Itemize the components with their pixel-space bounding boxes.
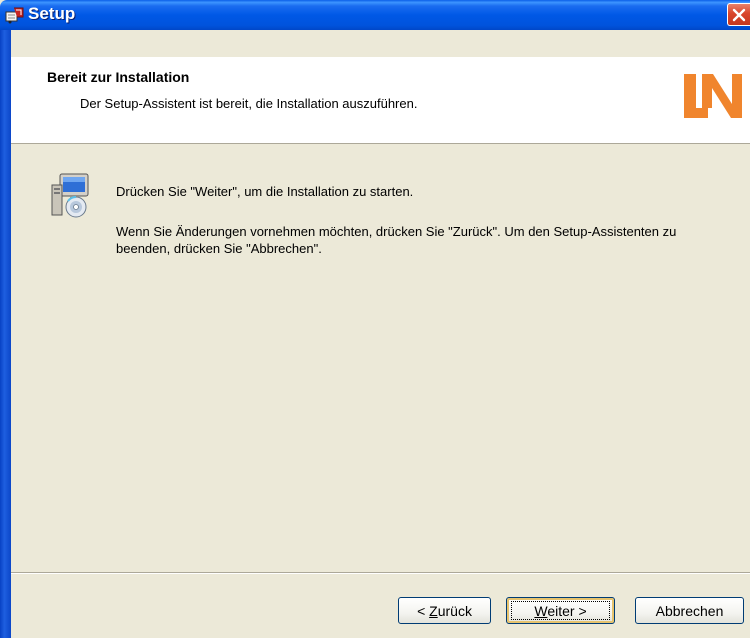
setup-installer-icon <box>51 173 89 218</box>
focus-rect <box>511 601 610 620</box>
back-button[interactable]: < Zurück <box>398 597 491 624</box>
info-text: Wenn Sie Änderungen vornehmen möchten, d… <box>116 224 677 256</box>
setup-window: Setup Bereit zur Installation Der Setup-… <box>0 0 750 638</box>
back-button-prefix: < <box>417 602 430 619</box>
footer-separator <box>11 572 750 574</box>
title-bar[interactable]: Setup <box>0 0 750 30</box>
page-title: Bereit zur Installation <box>47 69 190 85</box>
window-frame-gap <box>11 30 750 57</box>
next-button[interactable]: Weiter > <box>506 597 615 624</box>
window-title: Setup <box>28 4 76 23</box>
cancel-button[interactable]: Abbrechen <box>635 597 744 624</box>
header-panel: Bereit zur Installation Der Setup-Assist… <box>11 57 750 144</box>
page-subtitle: Der Setup-Assistent ist bereit, die Inst… <box>80 96 418 111</box>
back-button-rest: urück <box>437 602 472 619</box>
window-frame-left <box>0 30 11 638</box>
close-icon <box>732 8 746 22</box>
setup-app-icon <box>5 6 25 24</box>
back-button-accel: Z <box>429 602 438 619</box>
close-button[interactable] <box>727 3 750 26</box>
ln-logo <box>684 74 742 118</box>
instruction-text: Drücken Sie "Weiter", um die Installatio… <box>116 184 414 199</box>
